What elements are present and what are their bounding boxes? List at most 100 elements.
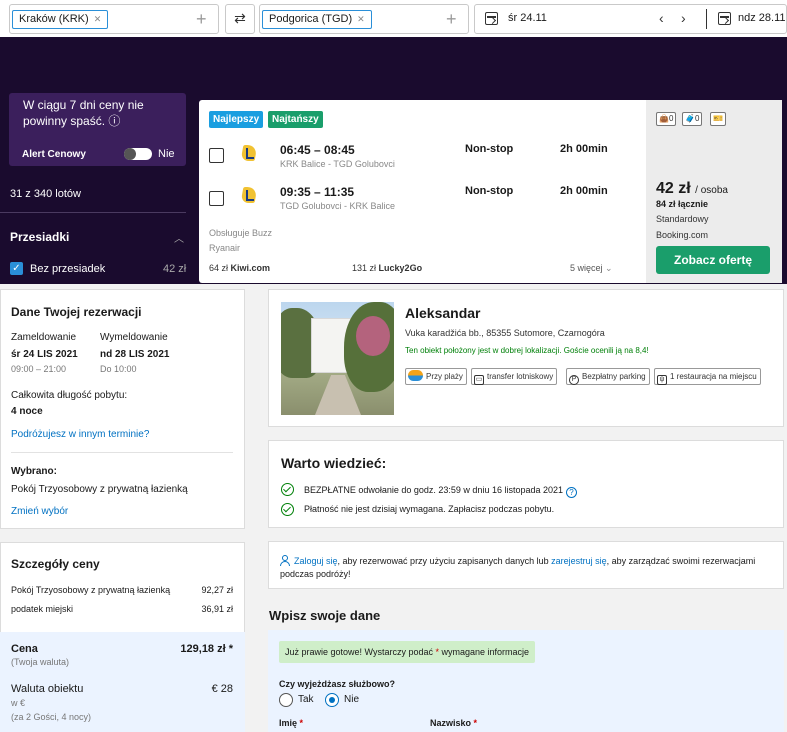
provider: Booking.com: [656, 230, 709, 240]
return-checkbox[interactable]: [209, 191, 224, 206]
business-yes-radio[interactable]: [279, 693, 293, 707]
total-price-label: Cena: [11, 643, 38, 655]
origin-chip[interactable]: Kraków (KRK) ✕: [12, 10, 109, 29]
help-icon[interactable]: ?: [566, 487, 578, 498]
good-to-know-title: Warto wiedzieć:: [281, 455, 387, 471]
price-alert-message: W ciągu 7 dni ceny nie powinny spaść. ⓘ: [23, 98, 144, 128]
more-offers[interactable]: 5 więcej ⌄: [570, 263, 613, 274]
filter-divider: [0, 212, 186, 213]
depart-date[interactable]: śr 24.11: [508, 12, 547, 24]
ryanair-logo-icon: [241, 186, 259, 206]
destination-chip[interactable]: Podgorica (TGD) ✕: [262, 10, 372, 29]
price-alert-label: Alert Cenowy: [22, 149, 86, 160]
nonstop-checkbox[interactable]: ✓: [10, 262, 23, 275]
origin-chip-label: Kraków (KRK): [19, 13, 89, 25]
business-no-radio[interactable]: [325, 693, 339, 707]
outbound-duration: 2h 00min: [560, 143, 608, 155]
price-alert-state: Nie: [158, 148, 175, 160]
return-duration: 2h 00min: [560, 185, 608, 197]
remove-destination-icon[interactable]: ✕: [357, 14, 365, 24]
price-alert-toggle[interactable]: [124, 148, 152, 160]
city-tax-value: 36,91 zł: [201, 604, 233, 614]
free-cancellation-note: BEZPŁATNE odwołanie do godz. 23:59 w dni…: [304, 485, 578, 498]
cheapest-tag: Najtańszy: [268, 111, 323, 128]
business-no-label[interactable]: Nie: [344, 694, 359, 705]
hotel-photo[interactable]: [281, 302, 394, 415]
add-destination-icon[interactable]: +: [446, 9, 457, 29]
login-note: Zaloguj się, aby rezerwować przy użyciu …: [280, 555, 756, 579]
info-icon[interactable]: ⓘ: [108, 114, 120, 128]
flight-search-bar: Kraków (KRK) ✕ + ⇄ Podgorica (TGD) ✕ + śr …: [0, 0, 787, 37]
other-dates-link[interactable]: Podróżujesz w innym terminie?: [11, 429, 149, 440]
remove-origin-icon[interactable]: ✕: [94, 14, 102, 24]
nonstop-price: 42 zł: [163, 263, 187, 275]
checkin-date: śr 24 LIS 2021: [11, 349, 78, 360]
view-offer-button[interactable]: Zobacz ofertę: [656, 246, 770, 274]
user-icon: [280, 555, 290, 566]
price-alert-box: W ciągu 7 dni ceny nie powinny spaść. ⓘ …: [9, 93, 186, 166]
flight-price: 42 zł / osoba: [656, 180, 728, 197]
next-date-icon[interactable]: ›: [681, 10, 686, 26]
property-currency-sub: w €: [11, 698, 26, 708]
beach-icon: [408, 370, 423, 381]
date-separator: [706, 9, 707, 29]
property-currency-label: Waluta obiektu: [11, 683, 84, 695]
outbound-route: KRK Balice - TGD Golubovci: [280, 159, 395, 169]
hotel-name: Aleksandar: [405, 305, 481, 321]
return-stops: Non-stop: [465, 185, 514, 197]
checkin-time: 09:00 – 21:00: [11, 364, 67, 374]
return-date[interactable]: ndz 28.11: [738, 12, 786, 24]
facility-restaurant: ψ1 restauracja na miejscu: [654, 368, 761, 385]
flight-total: 84 zł łącznie: [656, 199, 709, 209]
check-circle-icon: [281, 503, 294, 516]
chevron-down-icon: ⌄: [605, 263, 613, 273]
total-price-sub: (Twoja waluta): [11, 657, 70, 667]
alt-price-lucky2go[interactable]: 131 zł Lucky2Go: [352, 263, 422, 273]
checkout-label: Wymeldowanie: [100, 332, 168, 343]
last-name-label: Nazwisko *: [430, 718, 478, 728]
airline-name: Ryanair: [209, 243, 241, 253]
outbound-time: 06:45 – 08:45: [280, 143, 355, 157]
room-price-label: Pokój Trzyosobowy z prywatną łazienką: [11, 585, 171, 595]
chevron-up-icon[interactable]: ︿: [174, 230, 184, 245]
reservation-title: Dane Twojej rezerwacji: [11, 305, 142, 319]
reservation-divider: [11, 452, 233, 453]
swap-icon[interactable]: ⇄: [225, 4, 255, 34]
price-details-title: Szczegóły ceny: [11, 557, 100, 571]
nonstop-label[interactable]: Bez przesiadek: [30, 263, 105, 275]
facility-airport-transfer: ▭ transfer lotniskowy: [471, 368, 558, 385]
selected-label: Wybrano:: [11, 466, 57, 477]
business-trip-question: Czy wyjeżdżasz służbowo?: [279, 679, 396, 689]
best-tag: Najlepszy: [209, 111, 264, 128]
change-selection-link[interactable]: Zmień wybór: [11, 506, 68, 517]
ticket-icon: 🎫: [710, 112, 726, 126]
return-time: 09:35 – 11:35: [280, 185, 355, 199]
stay-length-value: 4 noce: [11, 406, 43, 417]
shuttle-icon: ▭: [474, 375, 484, 385]
register-link[interactable]: zarejestruj się: [551, 556, 607, 566]
outbound-checkbox[interactable]: [209, 148, 224, 163]
stops-filter-title[interactable]: Przesiadki: [10, 230, 69, 244]
total-price-value: 129,18 zł *: [180, 643, 233, 655]
first-name-label: Imię *: [279, 718, 304, 728]
results-count: 31 z 340 lotów: [10, 188, 81, 200]
details-form-title: Wpisz swoje dane: [269, 608, 381, 623]
alt-price-kiwi[interactable]: 64 zł Kiwi.com: [209, 263, 270, 273]
property-currency-value: € 28: [211, 683, 233, 695]
stay-length-label: Całkowita długość pobytu:: [11, 390, 128, 401]
origin-field[interactable]: Kraków (KRK) ✕ +: [9, 4, 219, 34]
add-origin-icon[interactable]: +: [196, 9, 207, 29]
login-link[interactable]: Zaloguj się: [294, 556, 338, 566]
return-route: TGD Golubovci - KRK Balice: [280, 201, 396, 211]
fare-type: Standardowy: [656, 214, 709, 224]
ryanair-logo-icon: [241, 144, 259, 164]
guests-note: (za 2 Gości, 4 nocy): [11, 712, 92, 722]
date-picker[interactable]: śr 24.11 ‹ › ndz 28.11: [474, 4, 787, 34]
business-yes-label[interactable]: Tak: [298, 694, 314, 705]
destination-field[interactable]: Podgorica (TGD) ✕ +: [259, 4, 469, 34]
personal-item-icon: 👜0: [656, 112, 677, 126]
parking-icon: P: [569, 375, 579, 385]
checkout-date: nd 28 LIS 2021: [100, 349, 170, 360]
prev-date-icon[interactable]: ‹: [659, 10, 664, 26]
selected-room: Pokój Trzyosobowy z prywatną łazienką: [11, 484, 188, 495]
